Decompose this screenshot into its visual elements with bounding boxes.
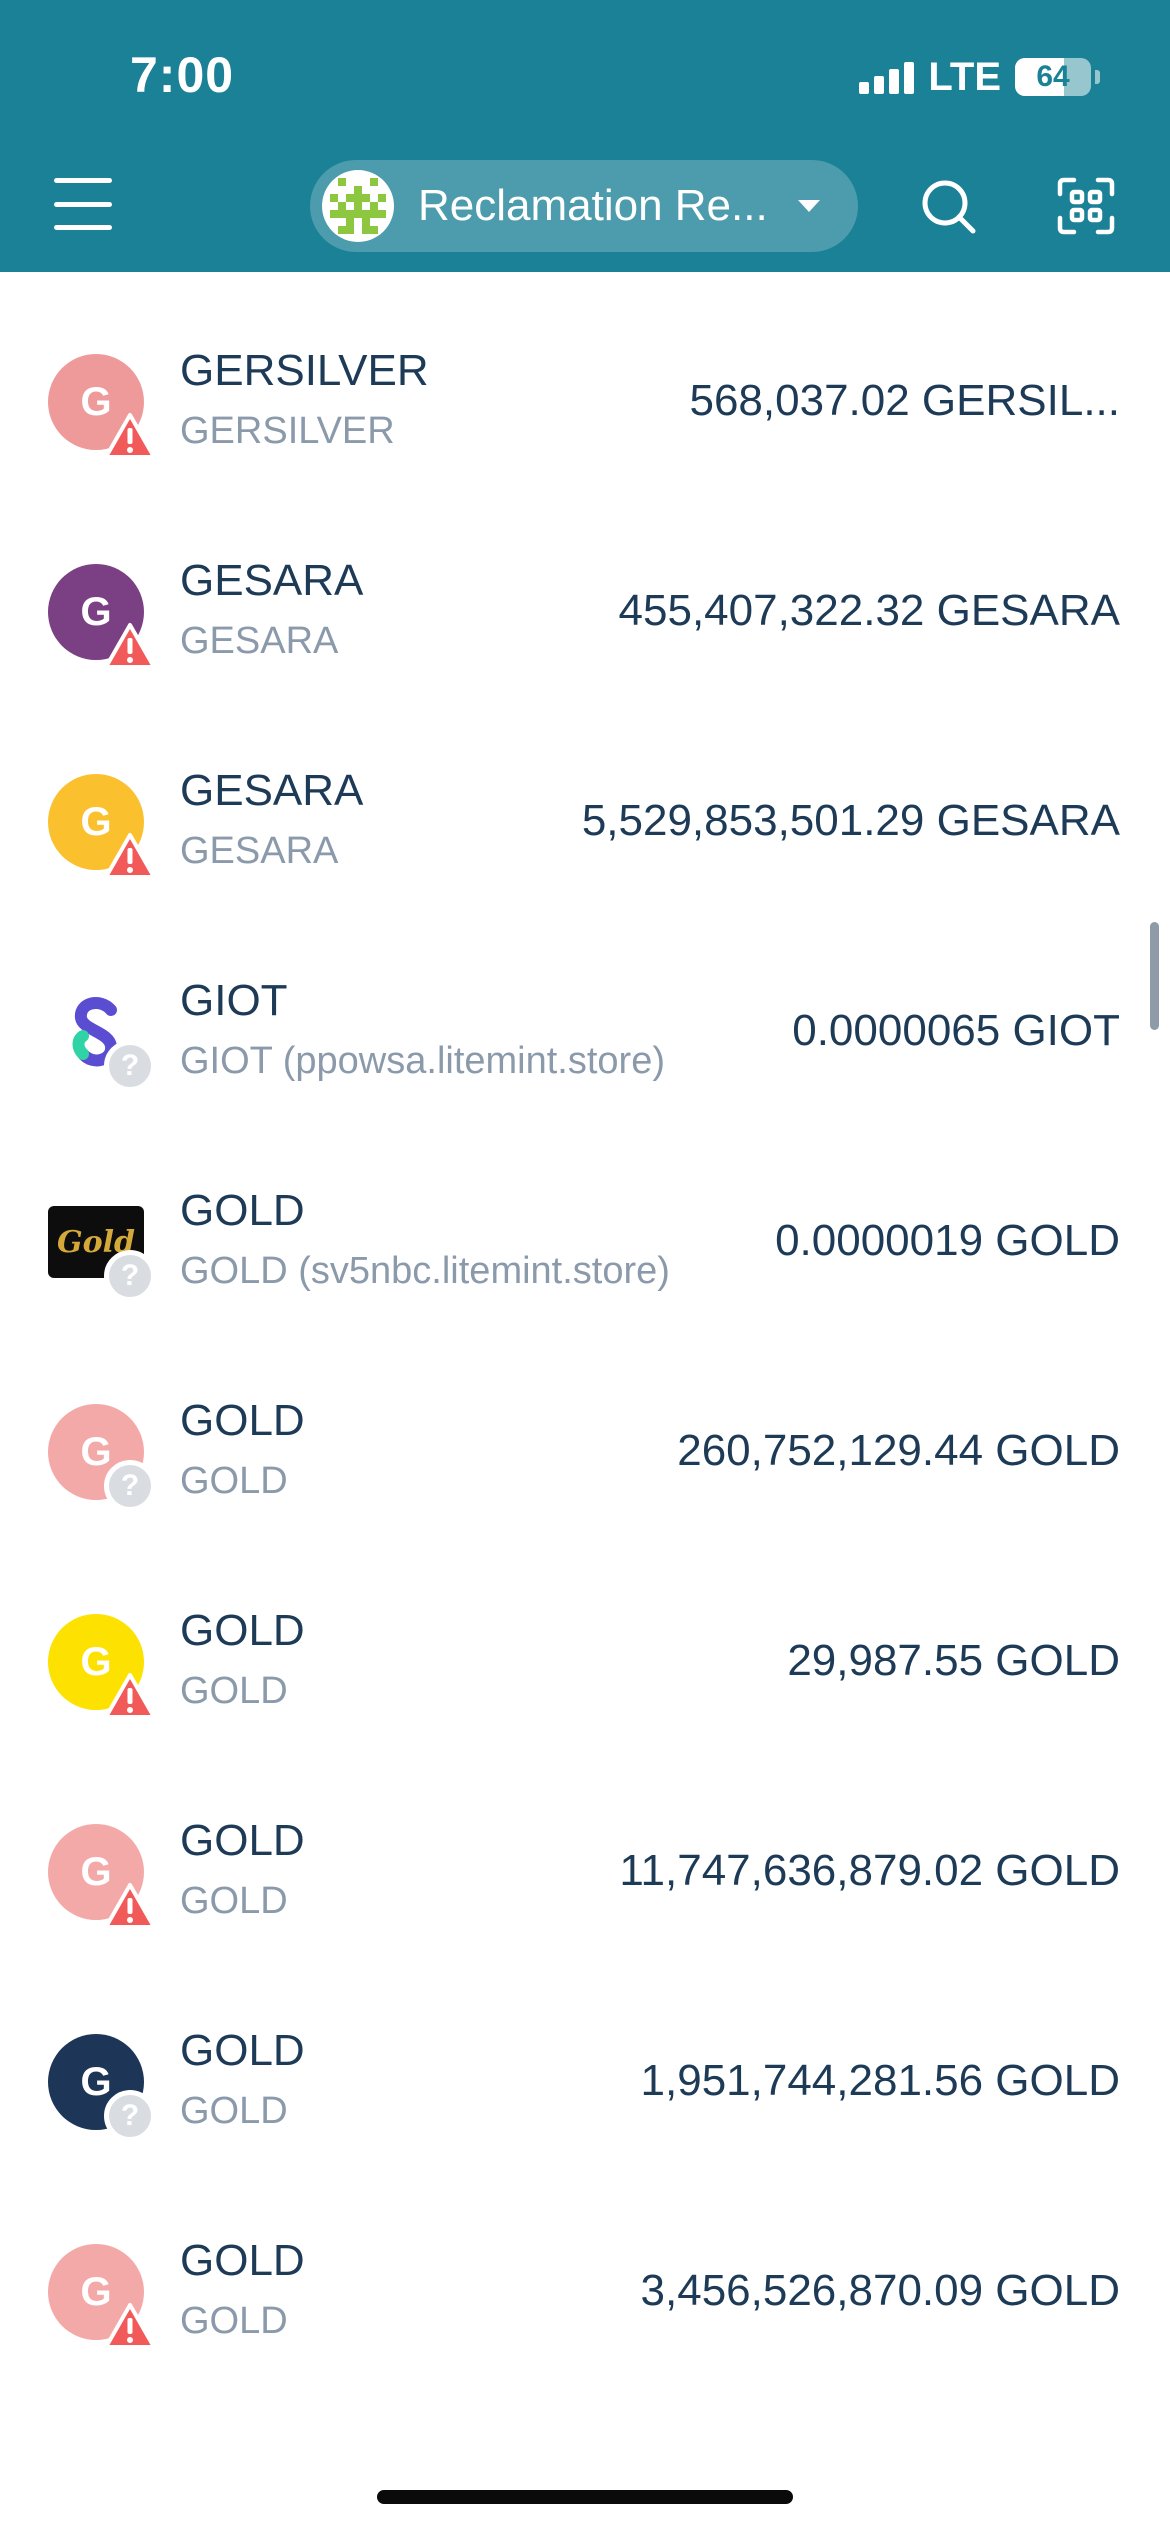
asset-code: GOLD	[180, 2236, 305, 2285]
question-mark-icon: ?	[104, 1250, 156, 1302]
battery-cap	[1095, 70, 1100, 84]
asset-issuer: GIOT (ppowsa.litemint.store)	[180, 1040, 666, 1082]
status-time: 7:00	[130, 47, 235, 103]
app-header: 7:00 LTE 64 Reclamation Re...	[0, 0, 1170, 272]
network-type: LTE	[928, 54, 1001, 99]
account-avatar	[322, 170, 394, 242]
asset-code: GESARA	[180, 556, 364, 605]
asset-code: GIOT	[180, 976, 288, 1025]
asset-issuer: GESARA	[180, 830, 339, 872]
asset-code: GOLD	[180, 1186, 305, 1235]
asset-row[interactable]: Gold? GOLD GOLD (sv5nbc.litemint.store) 0.0…	[0, 1112, 1170, 1322]
question-mark-icon: ?	[104, 2090, 156, 2142]
warning-triangle-icon	[104, 830, 156, 882]
battery-icon: 64	[1015, 58, 1091, 96]
warning-triangle-icon	[104, 410, 156, 462]
asset-row[interactable]: G GERSILVER GERSILVER 568,037.02 GERSIL...	[0, 272, 1170, 482]
asset-row[interactable]: G GESARA GESARA 5,529,853,501.29 GESARA	[0, 692, 1170, 902]
asset-balance: 1,951,744,281.56 GOLD	[640, 2056, 1120, 2105]
warning-triangle-icon	[104, 2300, 156, 2352]
asset-row[interactable]: ? GIOT GIOT (ppowsa.litemint.store) 0.00000…	[0, 902, 1170, 1112]
asset-issuer: GESARA	[180, 620, 339, 662]
qr-scan-icon[interactable]	[1056, 176, 1116, 236]
asset-row[interactable]: G? GOLD GOLD 260,752,129.44 GOLD	[0, 1322, 1170, 1532]
scrollbar[interactable]	[1150, 922, 1159, 1030]
asset-issuer: GOLD (sv5nbc.litemint.store)	[180, 1250, 670, 1292]
question-mark-icon: ?	[104, 1460, 156, 1512]
asset-balance: 455,407,322.32 GESARA	[618, 586, 1120, 635]
asset-code: GESARA	[180, 766, 364, 815]
question-mark-icon: ?	[104, 1040, 156, 1092]
identicon-icon	[330, 178, 386, 234]
warning-triangle-icon	[104, 1880, 156, 1932]
chevron-down-icon	[798, 200, 820, 212]
asset-row[interactable]: G GESARA GESARA 455,407,322.32 GESARA	[0, 482, 1170, 692]
home-indicator[interactable]	[377, 2490, 793, 2504]
asset-code: GOLD	[180, 2026, 305, 2075]
asset-balance: 11,747,636,879.02 GOLD	[619, 1846, 1120, 1895]
hamburger-menu-icon[interactable]	[54, 178, 112, 230]
asset-balance: 568,037.02 GERSIL...	[689, 376, 1120, 425]
asset-list: G GERSILVER GERSILVER 568,037.02 GERSIL... G…	[0, 272, 1170, 2372]
asset-row[interactable]: G GOLD GOLD 3,456,526,870.09 GOLD	[0, 2162, 1170, 2372]
asset-issuer: GOLD	[180, 2090, 288, 2132]
account-selector[interactable]: Reclamation Re...	[310, 160, 858, 252]
signal-strength-icon	[859, 60, 915, 94]
asset-issuer: GOLD	[180, 1670, 288, 1712]
warning-triangle-icon	[104, 1670, 156, 1722]
asset-row[interactable]: G GOLD GOLD 11,747,636,879.02 GOLD	[0, 1742, 1170, 1952]
asset-row[interactable]: G GOLD GOLD 29,987.55 GOLD	[0, 1532, 1170, 1742]
asset-issuer: GOLD	[180, 1460, 288, 1502]
search-icon[interactable]	[918, 176, 978, 236]
asset-balance: 260,752,129.44 GOLD	[677, 1426, 1120, 1475]
asset-issuer: GERSILVER	[180, 410, 395, 452]
asset-balance: 3,456,526,870.09 GOLD	[640, 2266, 1120, 2315]
asset-code: GOLD	[180, 1816, 305, 1865]
asset-balance: 29,987.55 GOLD	[787, 1636, 1120, 1685]
account-name: Reclamation Re...	[418, 181, 768, 230]
battery-level: 64	[1036, 60, 1070, 93]
status-bar-right: LTE 64	[859, 52, 1100, 102]
asset-row[interactable]: G? GOLD GOLD 1,951,744,281.56 GOLD	[0, 1952, 1170, 2162]
asset-code: GOLD	[180, 1606, 305, 1655]
asset-balance: 0.0000065 GIOT	[792, 1006, 1120, 1055]
warning-triangle-icon	[104, 620, 156, 672]
asset-issuer: GOLD	[180, 2300, 288, 2342]
asset-issuer: GOLD	[180, 1880, 288, 1922]
asset-code: GOLD	[180, 1396, 305, 1445]
asset-balance: 0.0000019 GOLD	[775, 1216, 1120, 1265]
asset-code: GERSILVER	[180, 346, 429, 395]
asset-balance: 5,529,853,501.29 GESARA	[581, 796, 1120, 845]
